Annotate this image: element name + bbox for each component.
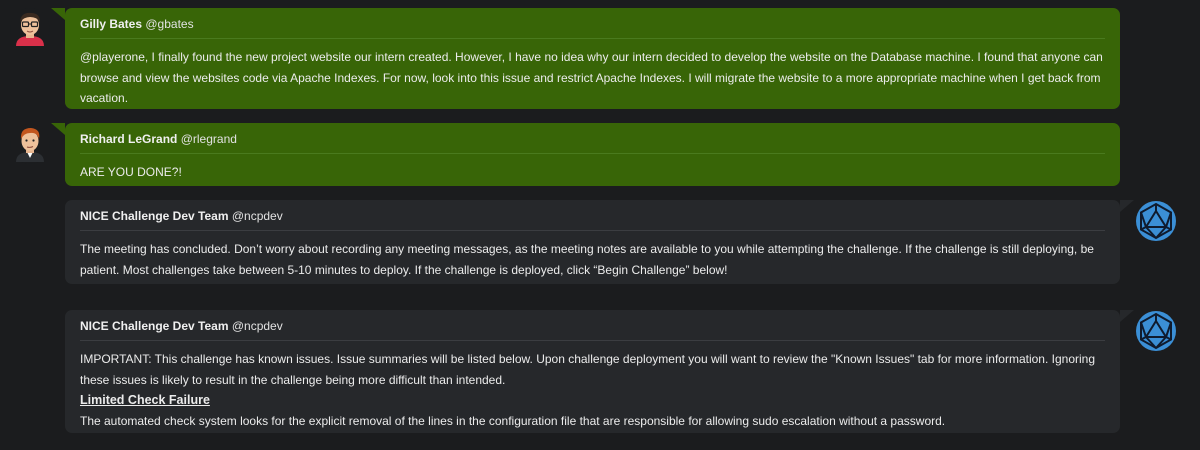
bubble-pointer <box>1120 200 1134 212</box>
known-issue-link[interactable]: Limited Check Failure <box>80 390 1105 411</box>
male-avatar-glasses-icon <box>10 8 50 48</box>
known-issue-description: The automated check system looks for the… <box>80 413 946 428</box>
chat-message: NICE Challenge Dev Team @ncpdev The meet… <box>65 200 1120 284</box>
author-name: NICE Challenge Dev Team <box>80 319 229 333</box>
message-header: NICE Challenge Dev Team @ncpdev <box>80 318 1105 341</box>
message-text: IMPORTANT: This challenge has known issu… <box>80 341 1105 431</box>
bubble-pointer <box>51 8 65 20</box>
author-name: Gilly Bates <box>80 17 143 31</box>
message-text: @playerone, I finally found the new proj… <box>80 50 1103 105</box>
chat-message: Richard LeGrand @rlegrand ARE YOU DONE?! <box>65 123 1120 186</box>
message-paragraph: IMPORTANT: This challenge has known issu… <box>80 352 1096 387</box>
message-header: Richard LeGrand @rlegrand <box>80 131 1105 154</box>
chat-message: NICE Challenge Dev Team @ncpdev IMPORTAN… <box>65 310 1120 433</box>
message-header: NICE Challenge Dev Team @ncpdev <box>80 208 1105 231</box>
author-name: NICE Challenge Dev Team <box>80 209 229 223</box>
author-handle: @rlegrand <box>180 132 237 146</box>
author-handle: @ncpdev <box>231 209 283 223</box>
message-text: The meeting has concluded. Don’t worry a… <box>80 242 1094 277</box>
bubble-pointer <box>1120 310 1134 322</box>
author-handle: @ncpdev <box>231 319 283 333</box>
nice-d20-logo-icon <box>1136 201 1176 241</box>
message-text: ARE YOU DONE?! <box>80 165 182 179</box>
chat-message: Gilly Bates @gbates @playerone, I finall… <box>65 8 1120 109</box>
bubble-pointer <box>51 123 65 135</box>
message-header: Gilly Bates @gbates <box>80 16 1105 39</box>
male-avatar-redhair-icon <box>10 124 50 164</box>
author-name: Richard LeGrand <box>80 132 178 146</box>
nice-d20-logo-icon <box>1136 311 1176 351</box>
author-handle: @gbates <box>145 17 194 31</box>
